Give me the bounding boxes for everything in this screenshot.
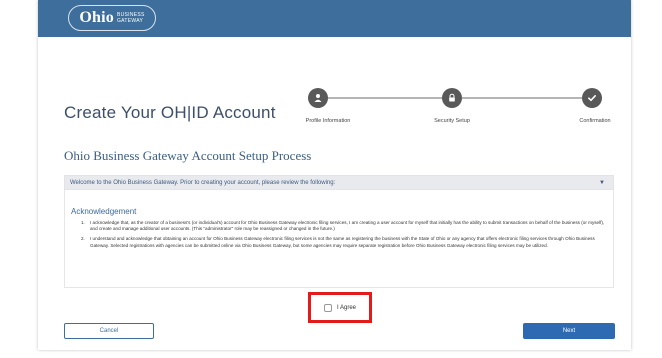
step-security [442,88,462,108]
agree-checkbox[interactable] [323,303,332,312]
list-item-number: 1. [81,220,85,225]
acknowledgement-title: Acknowledgement [71,207,137,216]
welcome-accordion-header[interactable]: Welcome to the Ohio Business Gateway. Pr… [64,175,614,190]
agree-label: I Agree [336,304,356,311]
check-icon [588,95,596,102]
step-confirmation [582,88,602,108]
acknowledgement-list: 1. I acknowledge that, as the creator of… [81,220,606,253]
person-icon [314,94,322,102]
acknowledgement-panel: Acknowledgement 1. I acknowledge that, a… [64,190,614,288]
accordion-header-text: Welcome to the Ohio Business Gateway. Pr… [70,179,336,186]
section-title: Ohio Business Gateway Account Setup Proc… [64,148,312,163]
list-item: 1. I acknowledge that, as the creator of… [81,220,606,232]
progress-stepper: Profile Information Security Setup Confi… [38,0,631,130]
agree-highlight-box: I Agree [308,292,372,323]
step-label-security: Security Setup [434,118,470,124]
list-item-number: 2. [81,236,85,242]
chevron-down-icon[interactable]: ▼ [599,180,605,186]
app-frame: Ohio BUSINESS GATEWAY Create Your OH|ID … [38,0,631,350]
list-item-text: I acknowledge that, as the creator of a … [90,220,605,232]
step-connector-1 [308,97,450,99]
list-item: 2. I understand and acknowledge that obt… [81,236,606,248]
step-label-profile: Profile Information [305,118,351,124]
list-item-text: I understand and acknowledge that obtain… [90,236,595,248]
agree-option[interactable]: I Agree [323,303,356,312]
step-connector-2 [462,97,594,99]
step-label-confirmation: Confirmation [579,118,611,124]
cancel-button[interactable]: Cancel [64,323,154,339]
next-button[interactable]: Next [523,323,615,339]
step-profile [308,88,328,108]
lock-icon [449,93,455,102]
